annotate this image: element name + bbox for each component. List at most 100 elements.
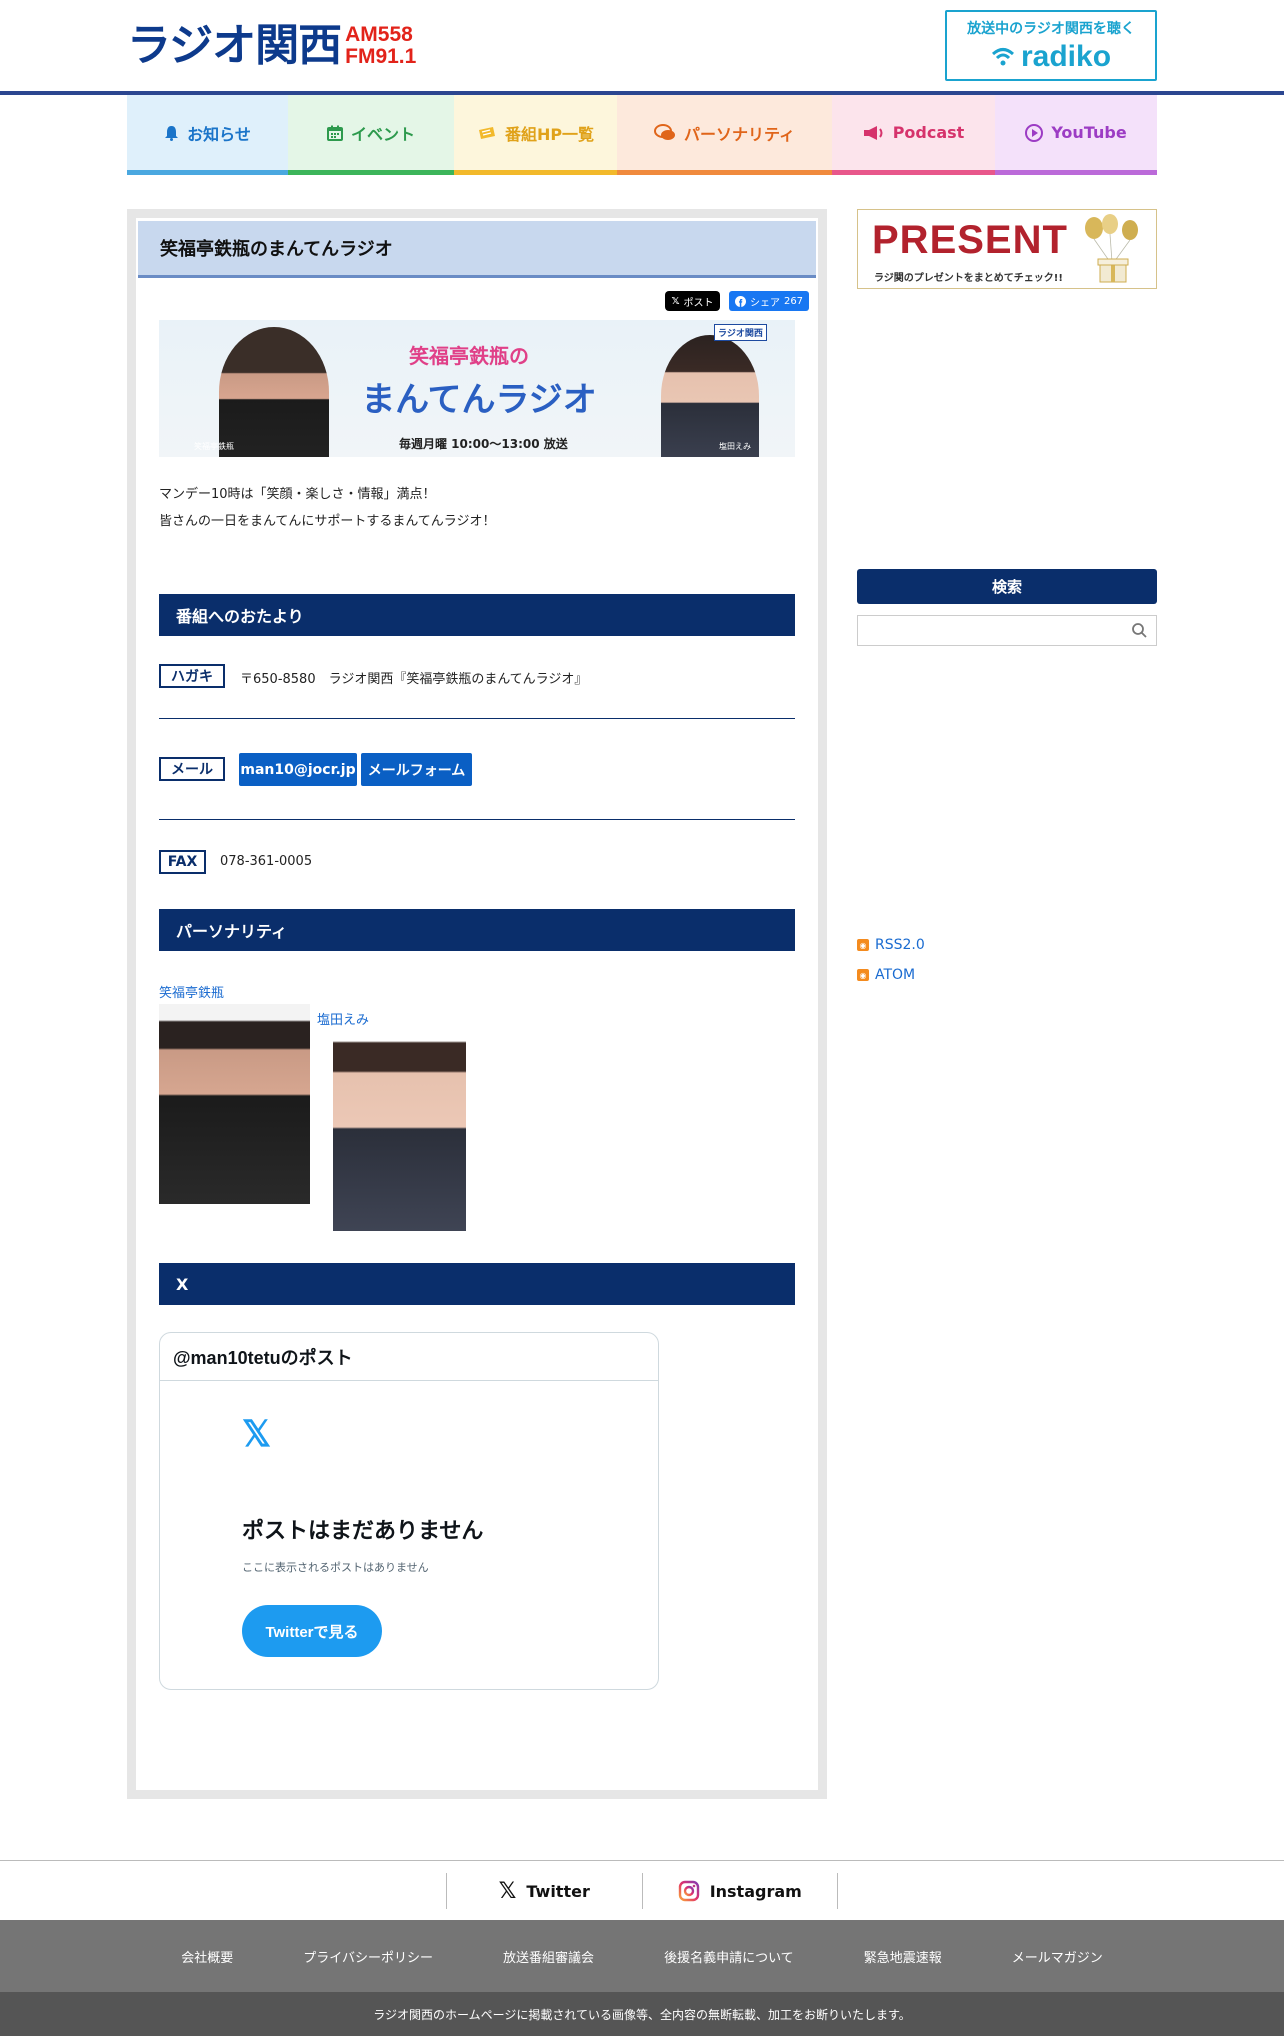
- nav-item-events[interactable]: イベント: [288, 95, 454, 175]
- postcard-address: 〒650-8580 ラジオ関西『笑福亭鉄瓶のまんてんラジオ』: [240, 672, 588, 687]
- banner-schedule: 毎週月曜 10:00〜13:00 放送: [399, 437, 568, 451]
- x-share-icon: 𝕏: [671, 295, 680, 307]
- banner-person-right: [661, 335, 759, 457]
- site-header: ラジオ関西 AM558 FM91.1 放送中のラジオ関西を聴く radiko: [0, 0, 1284, 92]
- banner-station-logo: ラジオ関西: [714, 324, 767, 341]
- copyright-notice: ラジオ関西のホームページに掲載されている画像等、全内容の無断転載、加工をお断りい…: [0, 1992, 1284, 2036]
- nav-item-programs[interactable]: 番組HP一覧: [454, 95, 617, 175]
- personality-heading: パーソナリティ: [159, 909, 795, 951]
- x-empty-title: ポストはまだありません: [242, 1519, 484, 1544]
- banner-caption-left: 笑福亭鉄瓶: [194, 442, 234, 451]
- footer-link-privacy[interactable]: プライバシーポリシー: [303, 1947, 433, 1966]
- nav-label-podcast: Podcast: [892, 123, 965, 142]
- social-links: 𝕏 Twitter Instagram: [446, 1873, 838, 1909]
- nav-item-personalities[interactable]: パーソナリティ: [617, 95, 832, 175]
- search-input[interactable]: [857, 615, 1157, 646]
- nav-item-podcast[interactable]: Podcast: [832, 95, 995, 175]
- divider: [159, 718, 795, 719]
- present-banner[interactable]: PRESENT ラジ関のプレゼントをまとめてチェック!!: [857, 209, 1157, 289]
- page-title: 笑福亭鉄瓶のまんてんラジオ: [138, 221, 816, 278]
- search-heading: 検索: [857, 569, 1157, 604]
- fax-tag: FAX: [159, 850, 206, 874]
- calendar-icon: [326, 125, 343, 141]
- x-embed-handle[interactable]: @man10tetuのポスト: [160, 1333, 658, 1381]
- x-logo-icon: 𝕏: [242, 1413, 272, 1454]
- logo-text: ラジオ関西: [127, 20, 342, 71]
- main-content: 笑福亭鉄瓶のまんてんラジオ 𝕏 ポスト シェア 267 笑福亭鉄瓶の まんてんラ…: [136, 218, 818, 1790]
- rss-icon: ◉: [857, 939, 869, 951]
- banner-caption-right: 塩田えみ: [719, 442, 751, 451]
- personality-name-1[interactable]: 笑福亭鉄瓶: [159, 982, 224, 1001]
- banner-title-line1: 笑福亭鉄瓶の: [409, 344, 529, 368]
- divider: [159, 819, 795, 820]
- nav-label-events: イベント: [350, 124, 415, 144]
- description-line-2: 皆さんの一日をまんてんにサポートするまんてんラジオ！: [159, 514, 496, 529]
- personality-photo-2[interactable]: [333, 1031, 466, 1231]
- view-on-twitter-button[interactable]: Twitterで見る: [242, 1605, 382, 1657]
- logo-am: AM558: [345, 23, 413, 46]
- postcard-tag: ハガキ: [159, 664, 225, 688]
- mail-form-button[interactable]: メールフォーム: [361, 753, 472, 786]
- rss-feed-link[interactable]: ◉ RSS2.0: [857, 937, 925, 953]
- banner-person-left: [219, 327, 329, 457]
- x-empty-text: ここに表示されるポストはありません: [242, 1561, 429, 1574]
- x-icon: 𝕏: [498, 1878, 517, 1904]
- fax-number: 078-361-0005: [220, 854, 313, 869]
- footer-link-newsletter[interactable]: メールマガジン: [1012, 1947, 1103, 1966]
- main-nav: お知らせ イベント 番組HP一覧 パーソナリティ Podcast YouTube: [127, 95, 1157, 175]
- instagram-label: Instagram: [709, 1881, 802, 1901]
- facebook-share-count: 267: [783, 295, 804, 307]
- megaphone-icon: [863, 125, 883, 140]
- x-heading: X: [159, 1263, 795, 1305]
- radiko-caption: 放送中のラジオ関西を聴く: [967, 21, 1135, 37]
- atom-label: ATOM: [875, 967, 916, 983]
- twitter-link[interactable]: 𝕏 Twitter: [446, 1873, 642, 1909]
- footer-link-sponsorship[interactable]: 後援名義申請について: [664, 1947, 794, 1966]
- program-banner: 笑福亭鉄瓶の まんてんラジオ 毎週月曜 10:00〜13:00 放送 笑福亭鉄瓶…: [159, 320, 795, 457]
- present-title: PRESENT: [872, 218, 1068, 262]
- nav-label-personalities: パーソナリティ: [683, 124, 796, 144]
- footer-link-council[interactable]: 放送番組審議会: [503, 1947, 594, 1966]
- search-icon[interactable]: [1131, 622, 1148, 639]
- gift-balloon-icon: [1085, 214, 1138, 283]
- bell-icon: [165, 125, 179, 141]
- logo-fm: FM91.1: [345, 45, 417, 68]
- footer-links: 会社概要 プライバシーポリシー 放送番組審議会 後援名義申請について 緊急地震速…: [0, 1920, 1284, 1992]
- instagram-link[interactable]: Instagram: [641, 1873, 838, 1909]
- site-logo[interactable]: ラジオ関西 AM558 FM91.1: [127, 20, 457, 72]
- play-icon: [1025, 123, 1044, 142]
- personality-name-2[interactable]: 塩田えみ: [317, 1009, 369, 1028]
- program-description: マンデー10時は「笑顔・楽しさ・情報」満点！ 皆さんの一日をまんてんにサポートす…: [159, 481, 795, 535]
- nav-label-programs: 番組HP一覧: [504, 124, 595, 144]
- radiko-logo: radiko: [947, 40, 1155, 74]
- logo-frequency: AM558 FM91.1: [345, 24, 416, 68]
- nav-item-youtube[interactable]: YouTube: [995, 95, 1157, 175]
- x-share-button[interactable]: 𝕏 ポスト: [665, 291, 720, 311]
- rss-icon: ◉: [857, 969, 869, 981]
- footer-link-earthquake[interactable]: 緊急地震速報: [864, 1947, 942, 1966]
- footer-divider: [0, 1860, 1284, 1861]
- description-line-1: マンデー10時は「笑顔・楽しさ・情報」満点！: [159, 487, 436, 502]
- mail-address-button[interactable]: man10@jocr.jp: [239, 753, 357, 786]
- main-content-frame: 笑福亭鉄瓶のまんてんラジオ 𝕏 ポスト シェア 267 笑福亭鉄瓶の まんてんラ…: [127, 209, 827, 1799]
- banner-title-line2: まんてんラジオ: [361, 380, 597, 420]
- radiko-label: radiko: [1020, 40, 1112, 73]
- personality-photo-1[interactable]: [159, 1004, 310, 1204]
- atom-feed-link[interactable]: ◉ ATOM: [857, 967, 915, 983]
- footer-link-company[interactable]: 会社概要: [181, 1947, 233, 1966]
- nav-label-youtube: YouTube: [1051, 123, 1127, 142]
- present-subtitle: ラジ関のプレゼントをまとめてチェック!!: [874, 273, 1063, 284]
- x-share-label: ポスト: [683, 297, 714, 309]
- nav-item-news[interactable]: お知らせ: [127, 95, 288, 175]
- wifi-icon: [991, 48, 1014, 66]
- letters-heading: 番組へのおたより: [159, 594, 795, 636]
- mail-tag: メール: [159, 757, 225, 781]
- chat-icon: [653, 123, 675, 140]
- facebook-share-button[interactable]: シェア 267: [729, 291, 809, 311]
- radiko-link[interactable]: 放送中のラジオ関西を聴く radiko: [945, 10, 1157, 81]
- nav-label-news: お知らせ: [187, 124, 251, 144]
- ticket-icon: [478, 126, 495, 139]
- x-timeline-embed: @man10tetuのポスト 𝕏 ポストはまだありません ここに表示されるポスト…: [159, 1332, 659, 1690]
- twitter-label: Twitter: [526, 1881, 590, 1901]
- rss-label: RSS2.0: [875, 937, 925, 953]
